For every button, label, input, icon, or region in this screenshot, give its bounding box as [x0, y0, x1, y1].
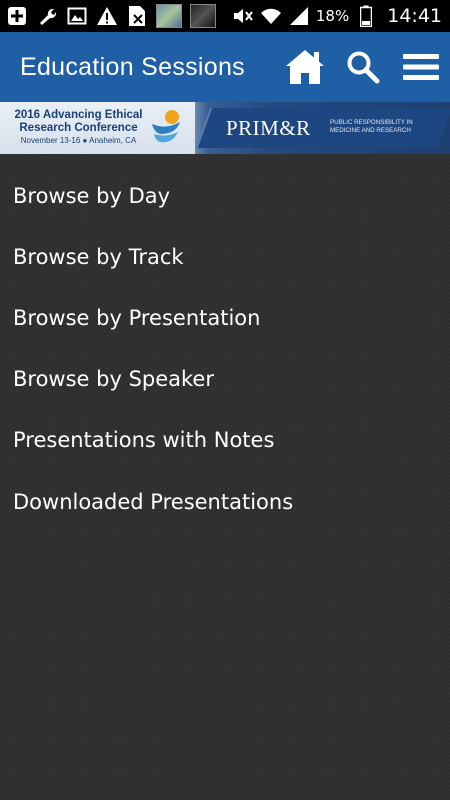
- menu-icon: [403, 54, 439, 80]
- app-thumbnail-icon: [156, 4, 182, 28]
- primr-logo: PRIM&R: [226, 116, 311, 140]
- status-bar: 18% 14:41: [0, 0, 450, 32]
- app-thumbnail-icon: [190, 4, 216, 28]
- notification-icons: [0, 0, 216, 32]
- browse-by-track-item[interactable]: Browse by Track: [0, 226, 450, 287]
- clock: 14:41: [387, 5, 442, 27]
- menu-button[interactable]: [392, 32, 450, 102]
- battery-icon: [355, 5, 377, 27]
- browse-by-day-item[interactable]: Browse by Day: [0, 165, 450, 226]
- conference-banner[interactable]: 2016 Advancing Ethical Research Conferen…: [0, 102, 450, 154]
- conference-dates: November 13-16 ● Anaheim, CA: [20, 136, 137, 145]
- battery-percent: 18%: [315, 7, 350, 25]
- signal-icon: [288, 5, 310, 27]
- conference-title-line1: 2016 Advancing Ethical: [14, 109, 143, 121]
- page-title: Education Sessions: [20, 52, 245, 81]
- browse-by-speaker-item[interactable]: Browse by Speaker: [0, 349, 450, 410]
- add-icon: [6, 5, 28, 27]
- sim-card-icon: [126, 5, 148, 27]
- conference-title-line2: Research Conference: [19, 122, 138, 134]
- app-bar: Education Sessions: [0, 32, 450, 102]
- app-screen: 18% 14:41 Education Sessions 2016 Advanc…: [0, 0, 450, 800]
- conference-logo-icon: [152, 110, 180, 143]
- browse-by-presentation-item[interactable]: Browse by Presentation: [0, 287, 450, 348]
- conference-info: 2016 Advancing Ethical Research Conferen…: [0, 102, 195, 154]
- search-button[interactable]: [334, 32, 392, 102]
- search-icon: [347, 51, 380, 84]
- presentations-with-notes-item[interactable]: Presentations with Notes: [0, 410, 450, 471]
- downloaded-presentations-item[interactable]: Downloaded Presentations: [0, 471, 450, 532]
- mute-icon: [232, 5, 254, 27]
- wifi-icon: [260, 5, 282, 27]
- home-button[interactable]: [276, 32, 334, 102]
- wrench-icon: [36, 5, 58, 27]
- app-bar-actions: [276, 32, 450, 102]
- image-icon: [66, 5, 88, 27]
- warning-icon: [96, 5, 118, 27]
- primr-tagline: PUBLIC RESPONSIBILITY IN MEDICINE AND RE…: [330, 119, 413, 134]
- home-icon: [286, 50, 324, 84]
- system-status: 18% 14:41: [232, 0, 442, 32]
- browse-menu: Browse by Day Browse by Track Browse by …: [0, 165, 450, 532]
